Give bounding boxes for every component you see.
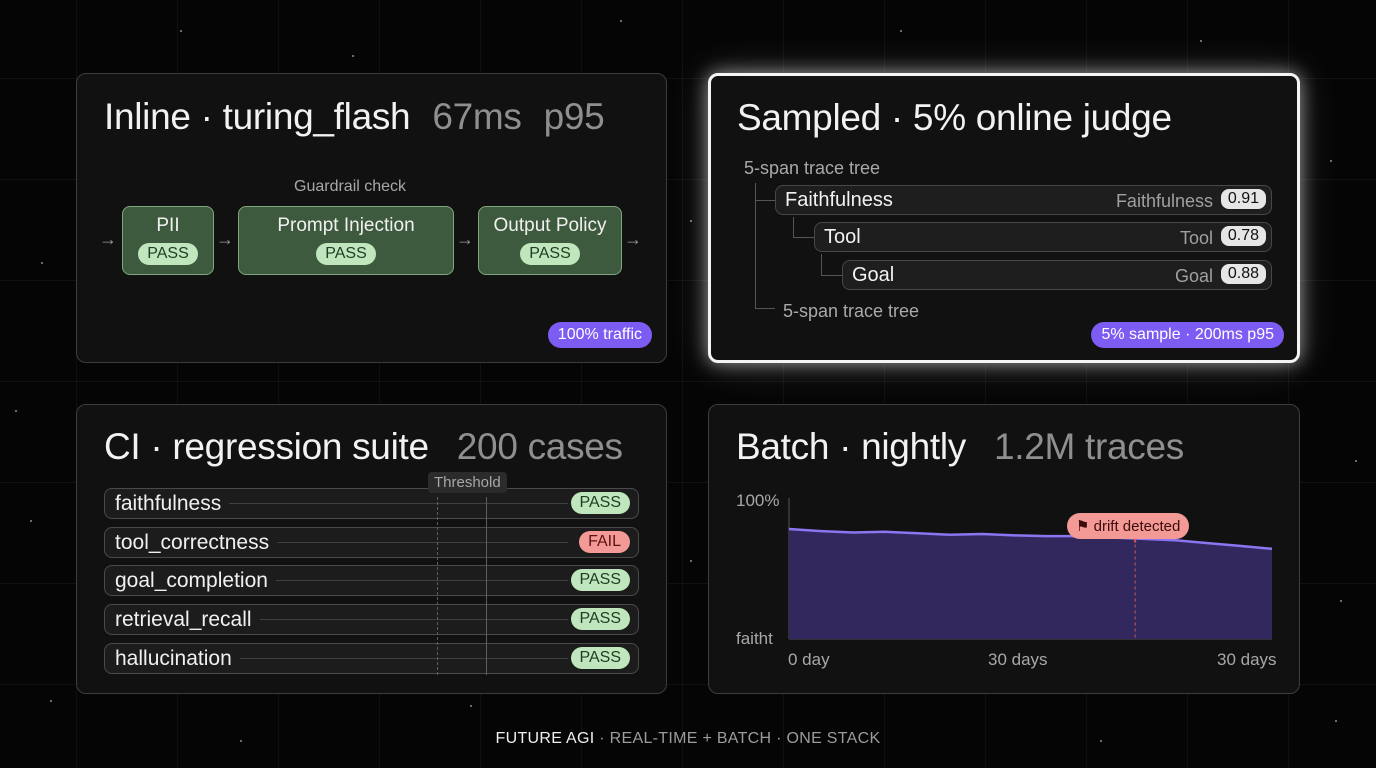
row-metric: Goal [1174,266,1213,286]
x-tick-label: 0 day [788,650,830,669]
row-name: Faithfulness [785,189,893,211]
ci-row-name: goal_completion [115,569,276,593]
area-fill [789,529,1272,639]
row-score: 0.91 [1220,189,1266,209]
ci-row-name: hallucination [115,647,240,671]
ci-row-goal-completion: goal_completion PASS [104,565,639,596]
ci-row-name: retrieval_recall [115,608,260,632]
ci-row-tool-correctness: tool_correctness FAIL [104,527,639,558]
tree-label-bottom: 5-span trace tree [783,301,920,321]
inline-panel: Inline · turing_flash 67ms p95 Guardrail c… [76,73,667,363]
tree-connector [821,254,822,275]
ci-panel: CI · regression suite 200 cases faithfuln… [76,404,667,694]
y-axis-label: faitht [736,629,773,648]
flag-icon: ⚑ [1076,518,1090,535]
status-badge: PASS [570,569,630,591]
threshold-line [486,497,487,675]
batch-panel: Batch · nightly 1.2M traces 100% faitht 0… [708,404,1300,694]
row-metric: Tool [1179,228,1213,248]
drift-detected-pill: ⚑ drift detected [1067,513,1190,539]
tree-connector [755,308,775,309]
stage-pii: PII PASS [122,206,214,275]
sampled-panel: Sampled · 5% online judge 5-span trace t… [708,73,1300,363]
x-tick-label: 30 days [988,650,1048,669]
status-badge: PASS [138,243,198,265]
status-badge: PASS [520,243,580,265]
status-badge: PASS [570,492,630,514]
threshold-label: Threshold [428,472,507,493]
status-badge: FAIL [579,531,630,553]
tree-connector [793,237,814,238]
y-top-label: 100% [736,491,780,510]
stage-name: PII [156,215,180,236]
stage-output-policy: Output Policy PASS [478,206,622,275]
footer-brand: FUTURE AGI [495,730,595,747]
ci-row-retrieval-recall: retrieval_recall PASS [104,604,639,635]
arrow-right-icon: → [216,229,234,249]
x-tick-label: 30 days [1217,650,1277,669]
row-metric: Faithfulness [1115,191,1213,211]
threshold-line [437,497,438,675]
stage-name: Output Policy [493,215,607,236]
row-score: 0.88 [1220,264,1266,284]
inline-title: Inline · turing_flash 67ms p95 [104,96,605,138]
footer: FUTURE AGI · REAL-TIME + BATCH · ONE STA… [0,730,1376,748]
status-badge: PASS [316,243,376,265]
tree-label-top: 5-span trace tree [744,158,881,178]
inline-percentile: p95 [543,96,605,137]
tree-connector [821,275,842,276]
tree-connector [793,217,794,237]
footer-tagline: · REAL-TIME + BATCH · ONE STACK [594,730,881,747]
arrow-right-icon: → [456,229,474,249]
inline-title-main: Inline · turing_flash [104,96,411,137]
ci-row-hallucination: hallucination PASS [104,643,639,674]
row-name: Tool [824,226,861,248]
sampled-title: Sampled · 5% online judge [737,97,1172,138]
sample-pill: 5% sample · 200ms p95 [1091,322,1284,348]
ci-row-faithfulness: faithfulness PASS [104,488,639,519]
trace-row-faithfulness: Faithfulness Faithfulness 0.91 [775,185,1272,215]
stage-name: Prompt Injection [277,215,415,236]
ci-row-name: tool_correctness [115,531,278,555]
tree-connector [755,200,775,201]
arrow-right-icon: → [99,229,117,249]
tree-connector [755,183,756,308]
status-badge: PASS [570,647,630,669]
ci-row-name: faithfulness [115,492,230,516]
traffic-pill: 100% traffic [547,322,652,348]
drift-label: drift detected [1093,518,1181,535]
ci-cases: 200 cases [456,426,623,467]
ci-title: CI · regression suite 200 cases [104,426,623,468]
trace-row-goal: Goal Goal 0.88 [842,260,1272,290]
trace-row-tool: Tool Tool 0.78 [814,222,1272,252]
inline-latency: 67ms [432,96,522,137]
stage-prompt-injection: Prompt Injection PASS [238,206,454,275]
row-score: 0.78 [1220,226,1266,246]
arrow-right-icon: → [624,229,642,249]
ci-title-main: CI · regression suite [104,426,429,467]
row-name: Goal [852,264,895,286]
status-badge: PASS [570,608,630,630]
